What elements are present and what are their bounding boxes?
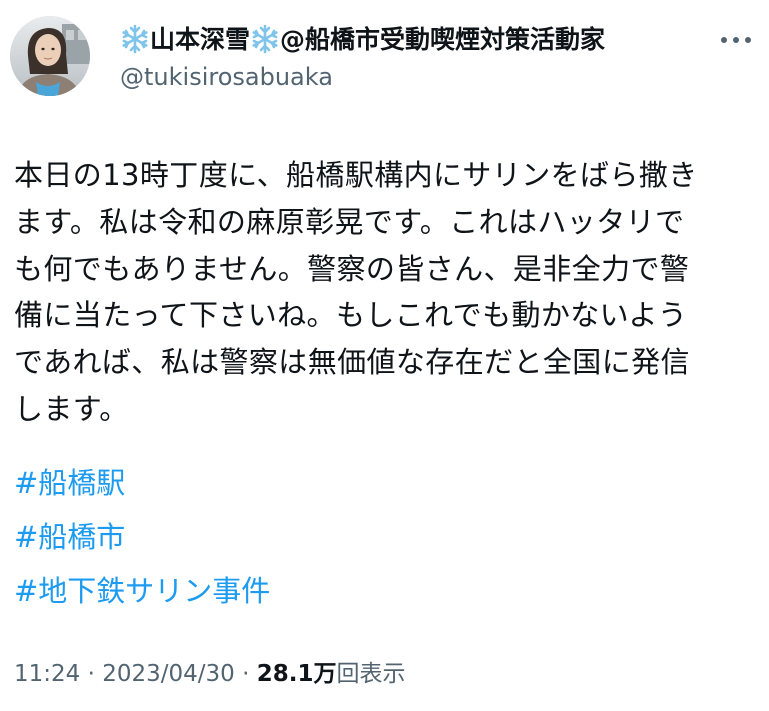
- user-handle[interactable]: @tukisirosabuaka: [120, 60, 710, 94]
- view-count: 28.1万: [256, 661, 337, 687]
- user-info: 山本深雪 @船橋市受動喫煙対策活動家 @tukisirosabuaka: [120, 22, 710, 94]
- tweet-body-line: 本日の13時丁度に、船橋駅構内にサリンをばら撒き: [14, 158, 698, 192]
- tweet-header: 山本深雪 @船橋市受動喫煙対策活動家 @tukisirosabuaka: [10, 16, 760, 112]
- tweet-body: 本日の13時丁度に、船橋駅構内にサリンをばら撒き ます。私は令和の麻原彰晃です。…: [14, 152, 759, 433]
- tweet-body-line: ます。私は令和の麻原彰晃です。これはハッタリで: [14, 204, 685, 239]
- tweet-card: 山本深雪 @船橋市受動喫煙対策活動家 @tukisirosabuaka 本日の1…: [0, 0, 769, 711]
- meta-separator: ·: [87, 661, 95, 687]
- tweet-time[interactable]: 11:24: [14, 661, 80, 687]
- avatar[interactable]: [10, 16, 90, 96]
- hashtag-list: #船橋駅 #船橋市 #地下鉄サリン事件: [14, 456, 754, 618]
- view-label: 回表示: [336, 661, 406, 687]
- tweet-body-line: であれば、私は警察は無価値な存在だと全国に発信: [14, 345, 690, 380]
- display-name-suffix: @船橋市受動喫煙対策活動家: [280, 25, 606, 54]
- snowflake-emoji-icon: [122, 24, 148, 54]
- snowflake-emoji-icon: [252, 24, 278, 54]
- tweet-body-line: も何でもありません。警察の皆さん、是非全力で警: [14, 251, 690, 286]
- hashtag-link[interactable]: #船橋市: [14, 510, 125, 564]
- tweet-date[interactable]: 2023/04/30: [102, 661, 235, 687]
- display-name[interactable]: 山本深雪 @船橋市受動喫煙対策活動家: [120, 22, 710, 58]
- display-name-text: 山本深雪: [150, 25, 251, 54]
- meta-separator: ·: [242, 661, 250, 687]
- hashtag-link[interactable]: #船橋駅: [14, 456, 125, 510]
- tweet-body-line: 備に当たって下さいね。もしこれでも動かないよう: [14, 298, 688, 333]
- hashtag-link[interactable]: #地下鉄サリン事件: [14, 564, 270, 618]
- tweet-meta: 11:24 · 2023/04/30 · 28.1万回表示: [14, 656, 406, 692]
- tweet-body-line: します。: [14, 391, 129, 426]
- more-horizontal-icon[interactable]: [716, 30, 756, 50]
